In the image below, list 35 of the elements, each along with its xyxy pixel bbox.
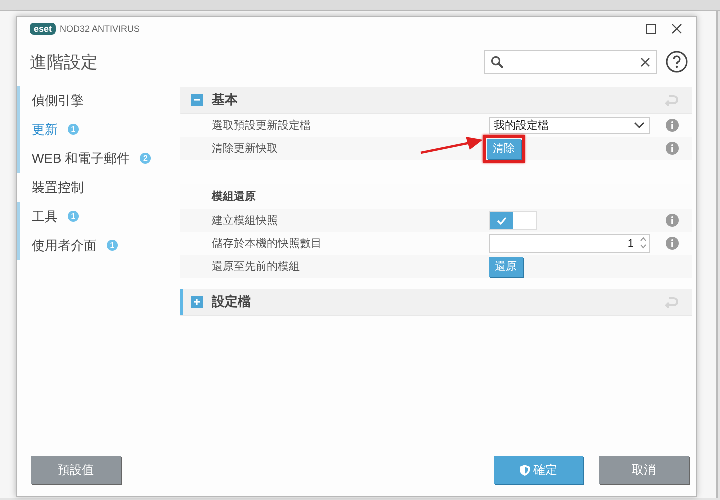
count-badge: 1 <box>107 240 118 251</box>
info-icon[interactable] <box>666 237 678 250</box>
search-field[interactable] <box>484 50 657 74</box>
count-badge: 1 <box>68 211 79 222</box>
product-name: NOD32 ANTIVIRUS <box>60 24 142 34</box>
section-header[interactable]: 基本 <box>180 87 692 114</box>
number-field[interactable]: 1 <box>489 234 650 253</box>
setting-label: 選取預設更新設定檔 <box>212 120 311 132</box>
close-icon[interactable] <box>672 24 682 34</box>
chevron-icon <box>634 122 645 129</box>
window-title: 進階設定 <box>30 52 99 74</box>
info-icon[interactable] <box>666 142 678 155</box>
clear-icon[interactable] <box>641 58 650 66</box>
collapse-icon[interactable] <box>191 94 203 106</box>
count-badge: 2 <box>140 153 152 164</box>
setting-label: 還原至先前的模組 <box>212 261 300 273</box>
maximize-icon[interactable] <box>646 24 656 34</box>
setting-label: 清除更新快取 <box>212 143 278 155</box>
section-header[interactable]: 設定檔 <box>180 289 692 316</box>
group-heading: 模組還原 <box>212 191 256 203</box>
sidebar-item[interactable]: 裝置控制 <box>17 173 180 202</box>
info-icon[interactable] <box>666 119 678 132</box>
spinner-icon[interactable] <box>640 237 647 249</box>
toggle-switch[interactable] <box>489 211 537 230</box>
setting-label: 建立模組快照 <box>212 215 278 227</box>
search-icon <box>491 56 504 68</box>
help-icon[interactable] <box>666 51 688 73</box>
brand-logo: eset <box>30 23 56 35</box>
expand-icon[interactable] <box>191 296 203 308</box>
count-badge: 1 <box>68 124 79 135</box>
shield-icon <box>520 464 530 476</box>
info-icon[interactable] <box>666 214 678 227</box>
check-icon <box>496 216 506 224</box>
profile-dropdown[interactable]: 我的設定檔 <box>489 117 650 134</box>
setting-label: 儲存於本機的快照數目 <box>212 238 322 250</box>
